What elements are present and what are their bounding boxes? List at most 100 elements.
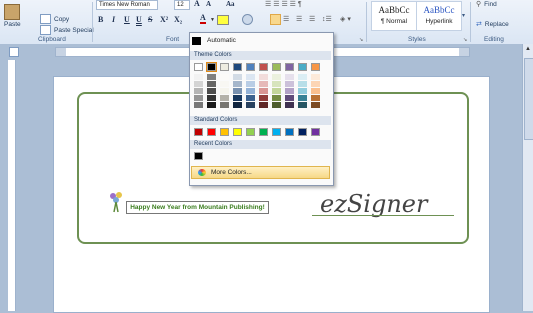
theme-color-shade[interactable] (220, 88, 229, 94)
align-right-icon[interactable]: ☰ (296, 15, 302, 23)
theme-color-shade[interactable] (272, 81, 281, 87)
highlight-icon[interactable] (217, 15, 229, 25)
theme-color-shade[interactable] (233, 95, 242, 101)
theme-color-shade[interactable] (194, 81, 203, 87)
superscript-button[interactable]: X² (160, 15, 168, 24)
standard-color-swatch[interactable] (246, 128, 255, 136)
more-colors-button[interactable]: More Colors... (191, 166, 330, 179)
theme-color-shade[interactable] (246, 95, 255, 101)
subscript-button[interactable]: X₂ (174, 15, 182, 24)
underline-button[interactable]: U (124, 15, 130, 24)
theme-color-shade[interactable] (298, 95, 307, 101)
standard-color-swatch[interactable] (220, 128, 229, 136)
greeting-text-box[interactable]: Happy New Year from Mountain Publishing! (126, 201, 269, 214)
paste-special-button[interactable]: Paste Special (40, 25, 94, 35)
theme-color-shade[interactable] (233, 102, 242, 108)
font-color-button[interactable]: A (200, 14, 206, 24)
grow-font-button[interactable]: A (194, 0, 200, 8)
bold-button[interactable]: B (98, 15, 103, 24)
theme-color-swatch[interactable] (259, 63, 268, 71)
font-size-combo[interactable]: 12 (174, 0, 190, 10)
theme-color-swatch[interactable] (194, 63, 203, 71)
tab-selector-icon[interactable] (9, 47, 19, 57)
standard-color-swatch[interactable] (207, 128, 216, 136)
scroll-up-icon[interactable]: ▲ (525, 46, 531, 52)
standard-color-swatch[interactable] (285, 128, 294, 136)
italic-button[interactable]: I (112, 15, 115, 24)
theme-color-shade[interactable] (285, 95, 294, 101)
theme-color-shade[interactable] (246, 88, 255, 94)
theme-color-shade[interactable] (194, 88, 203, 94)
vertical-scrollbar[interactable]: ▲ (522, 44, 533, 311)
theme-color-shade[interactable] (259, 95, 268, 101)
theme-color-shade[interactable] (220, 81, 229, 87)
recent-color-swatch[interactable] (194, 152, 203, 160)
theme-color-shade[interactable] (311, 74, 320, 80)
theme-color-shade[interactable] (246, 102, 255, 108)
theme-color-shade[interactable] (207, 95, 216, 101)
style-hyperlink[interactable]: AaBbCc Hyperlink (416, 1, 462, 31)
theme-color-shade[interactable] (298, 74, 307, 80)
align-left-icon[interactable] (270, 14, 281, 25)
theme-color-shade[interactable] (259, 81, 268, 87)
bullets-icon[interactable]: ☰ ☰ ☰ ☰ ¶ (265, 0, 302, 8)
vertical-ruler[interactable] (8, 60, 16, 311)
theme-color-shade[interactable] (311, 95, 320, 101)
standard-color-swatch[interactable] (298, 128, 307, 136)
replace-button[interactable]: ⇄ Replace (476, 20, 509, 29)
theme-color-swatch[interactable] (206, 62, 217, 72)
theme-color-shade[interactable] (207, 88, 216, 94)
theme-color-shade[interactable] (259, 88, 268, 94)
theme-color-shade[interactable] (311, 81, 320, 87)
theme-color-shade[interactable] (272, 102, 281, 108)
theme-color-shade[interactable] (285, 102, 294, 108)
styles-more-icon[interactable]: ▾ (462, 12, 465, 19)
shrink-font-button[interactable]: A (206, 0, 211, 8)
theme-color-shade[interactable] (233, 81, 242, 87)
standard-color-swatch[interactable] (259, 128, 268, 136)
theme-color-shade[interactable] (194, 102, 203, 108)
font-name-combo[interactable]: Times New Roman (96, 0, 158, 10)
para-shading-icon[interactable]: ◈ ▾ (340, 15, 351, 23)
theme-color-shade[interactable] (207, 81, 216, 87)
theme-color-shade[interactable] (285, 74, 294, 80)
styles-dialog-launcher-icon[interactable]: ↘ (463, 37, 467, 43)
theme-color-shade[interactable] (285, 88, 294, 94)
paragraph-dialog-launcher-icon[interactable]: ↘ (359, 37, 363, 43)
justify-icon[interactable]: ☰ (309, 15, 315, 23)
standard-color-swatch[interactable] (233, 128, 242, 136)
theme-color-swatch[interactable] (285, 63, 294, 71)
theme-color-shade[interactable] (194, 95, 203, 101)
theme-color-shade[interactable] (285, 81, 294, 87)
theme-color-shade[interactable] (220, 74, 229, 80)
theme-color-shade[interactable] (311, 88, 320, 94)
align-center-icon[interactable]: ☰ (283, 15, 289, 23)
double-underline-button[interactable]: U (136, 15, 142, 24)
theme-color-shade[interactable] (272, 95, 281, 101)
shading-icon[interactable] (242, 14, 253, 25)
theme-color-shade[interactable] (298, 88, 307, 94)
theme-color-shade[interactable] (272, 74, 281, 80)
scroll-thumb[interactable] (524, 58, 533, 140)
theme-color-swatch[interactable] (272, 63, 281, 71)
standard-color-swatch[interactable] (272, 128, 281, 136)
theme-color-shade[interactable] (233, 74, 242, 80)
strikethrough-button[interactable]: S (148, 15, 152, 24)
automatic-option[interactable]: Automatic (192, 35, 330, 46)
standard-color-swatch[interactable] (194, 128, 203, 136)
theme-color-shade[interactable] (207, 74, 216, 80)
theme-color-shade[interactable] (246, 74, 255, 80)
line-spacing-icon[interactable]: ↕☰ (322, 15, 332, 23)
find-button[interactable]: ⚲ Find (476, 0, 497, 9)
theme-color-shade[interactable] (220, 102, 229, 108)
theme-color-shade[interactable] (259, 102, 268, 108)
theme-color-shade[interactable] (298, 102, 307, 108)
theme-color-shade[interactable] (272, 88, 281, 94)
theme-color-shade[interactable] (259, 74, 268, 80)
theme-color-swatch[interactable] (311, 63, 320, 71)
theme-color-swatch[interactable] (246, 63, 255, 71)
standard-color-swatch[interactable] (311, 128, 320, 136)
theme-color-shade[interactable] (298, 81, 307, 87)
theme-color-shade[interactable] (246, 81, 255, 87)
theme-color-shade[interactable] (194, 74, 203, 80)
